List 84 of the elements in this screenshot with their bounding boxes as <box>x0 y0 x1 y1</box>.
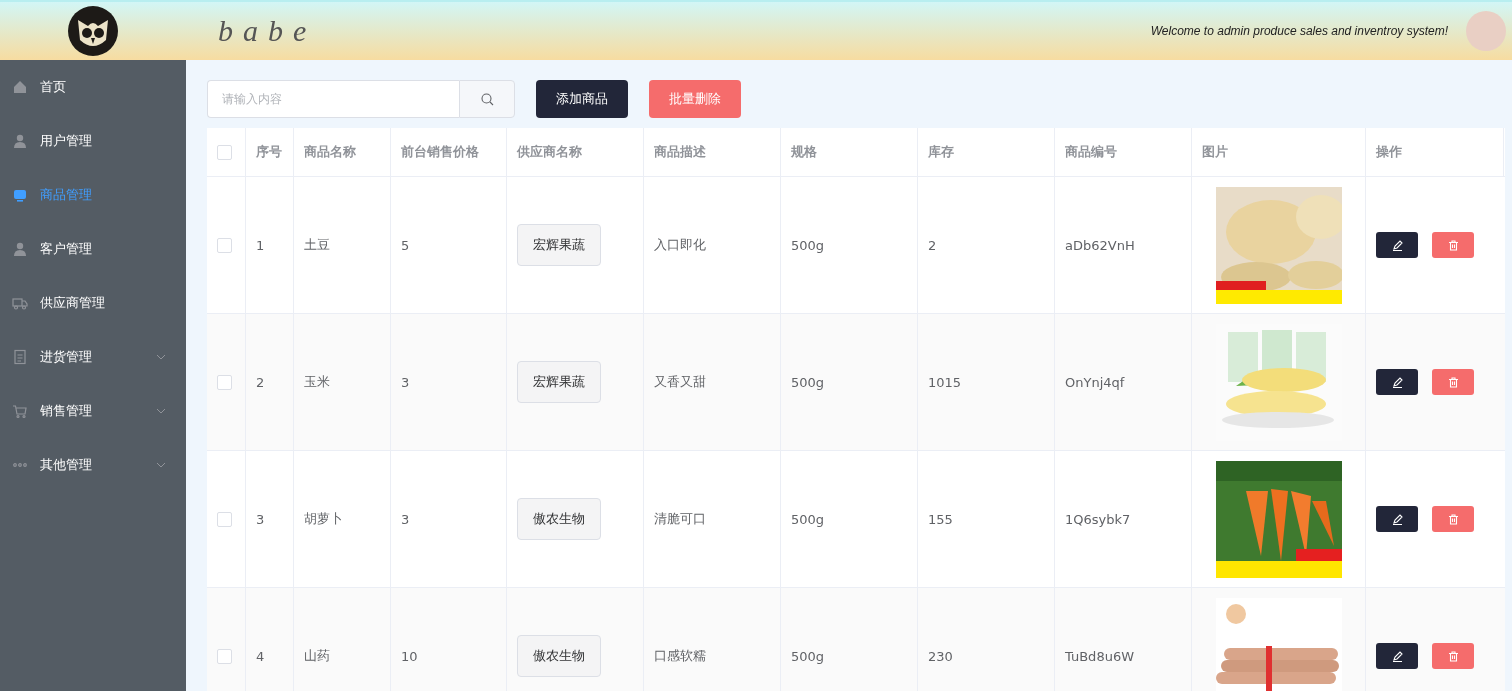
document-icon <box>12 349 28 365</box>
delete-button[interactable] <box>1432 232 1474 258</box>
sidebar-item[interactable]: 用户管理 <box>0 114 186 168</box>
row-checkbox[interactable] <box>217 511 232 527</box>
welcome-text: Welcome to admin produce sales and inventroy system! <box>1150 24 1448 38</box>
table-cell: 入口即化 <box>654 236 706 254</box>
sidebar-item[interactable]: 客户管理 <box>0 222 186 276</box>
table-cell: 230 <box>928 648 953 664</box>
table-cell: 4 <box>256 648 265 664</box>
supplier-tag: 宏辉果蔬 <box>517 361 601 403</box>
column-header: 库存 <box>928 143 954 161</box>
table-cell: 清脆可口 <box>654 510 706 528</box>
trash-icon <box>1447 513 1459 525</box>
trash-icon <box>1447 650 1459 662</box>
table-cell: 500g <box>791 648 825 664</box>
pencil-icon <box>1391 650 1403 662</box>
column-header: 规格 <box>791 143 817 161</box>
table-cell: 10 <box>401 648 418 664</box>
home-icon <box>12 79 28 95</box>
monitor-icon <box>12 187 28 203</box>
supplier-tag: 傲农生物 <box>517 635 601 677</box>
column-header: 序号 <box>256 143 282 161</box>
table-cell: 1015 <box>928 374 962 390</box>
trash-icon <box>1447 376 1459 388</box>
table-cell: 1Q6sybk7 <box>1065 511 1131 527</box>
table-cell: 口感软糯 <box>654 647 706 665</box>
edit-button[interactable] <box>1376 369 1418 395</box>
pencil-icon <box>1391 513 1403 525</box>
select-all-checkbox[interactable] <box>217 144 232 160</box>
edit-button[interactable] <box>1376 232 1418 258</box>
column-header: 供应商名称 <box>517 143 582 161</box>
table-cell: 3 <box>401 511 410 527</box>
trash-icon <box>1447 239 1459 251</box>
table-cell: 3 <box>401 374 410 390</box>
truck-icon <box>12 295 28 311</box>
supplier-tag: 宏辉果蔬 <box>517 224 601 266</box>
table-cell: 5 <box>401 237 410 253</box>
owl-logo-icon <box>68 6 118 56</box>
row-checkbox[interactable] <box>217 237 232 253</box>
table-cell: 3 <box>256 511 265 527</box>
table-cell: 土豆 <box>304 236 330 254</box>
table-cell: 1 <box>256 237 265 253</box>
search-icon <box>480 92 494 106</box>
user-icon <box>12 241 28 257</box>
row-checkbox[interactable] <box>217 648 232 664</box>
table-cell: 155 <box>928 511 953 527</box>
column-header: 商品名称 <box>304 143 356 161</box>
table-cell: 玉米 <box>304 373 330 391</box>
sidebar-item[interactable]: 进货管理 <box>0 330 186 384</box>
delete-button[interactable] <box>1432 643 1474 669</box>
table-cell: TuBd8u6W <box>1065 648 1134 664</box>
sidebar-item[interactable]: 首页 <box>0 60 186 114</box>
table-cell: 又香又甜 <box>654 373 706 391</box>
add-product-button[interactable]: 添加商品 <box>536 80 628 118</box>
supplier-tag: 傲农生物 <box>517 498 601 540</box>
column-header: 图片 <box>1202 143 1228 161</box>
pencil-icon <box>1391 239 1403 251</box>
table-cell: 2 <box>256 374 265 390</box>
sidebar-item[interactable]: 供应商管理 <box>0 276 186 330</box>
table-cell: 胡萝卜 <box>304 510 343 528</box>
brand-title: babe <box>218 14 317 48</box>
column-header: 商品编号 <box>1065 143 1117 161</box>
table-cell: OnYnj4qf <box>1065 374 1125 390</box>
user-icon <box>12 133 28 149</box>
column-header: 商品描述 <box>654 143 706 161</box>
cart-icon <box>12 403 28 419</box>
table-cell: aDb62VnH <box>1065 237 1135 253</box>
table-cell: 山药 <box>304 647 330 665</box>
sidebar-item[interactable]: 销售管理 <box>0 384 186 438</box>
delete-button[interactable] <box>1432 369 1474 395</box>
search-field[interactable]: 请输入内容 <box>207 80 459 118</box>
row-checkbox[interactable] <box>217 374 232 390</box>
table-cell: 2 <box>928 237 937 253</box>
table-cell: 500g <box>791 511 825 527</box>
pencil-icon <box>1391 376 1403 388</box>
column-header: 操作 <box>1376 143 1402 161</box>
search-button[interactable] <box>459 80 515 118</box>
sidebar-item[interactable]: 其他管理 <box>0 438 186 492</box>
edit-button[interactable] <box>1376 643 1418 669</box>
edit-button[interactable] <box>1376 506 1418 532</box>
table-cell: 500g <box>791 374 825 390</box>
delete-button[interactable] <box>1432 506 1474 532</box>
table-cell: 500g <box>791 237 825 253</box>
column-header: 前台销售价格 <box>401 143 479 161</box>
